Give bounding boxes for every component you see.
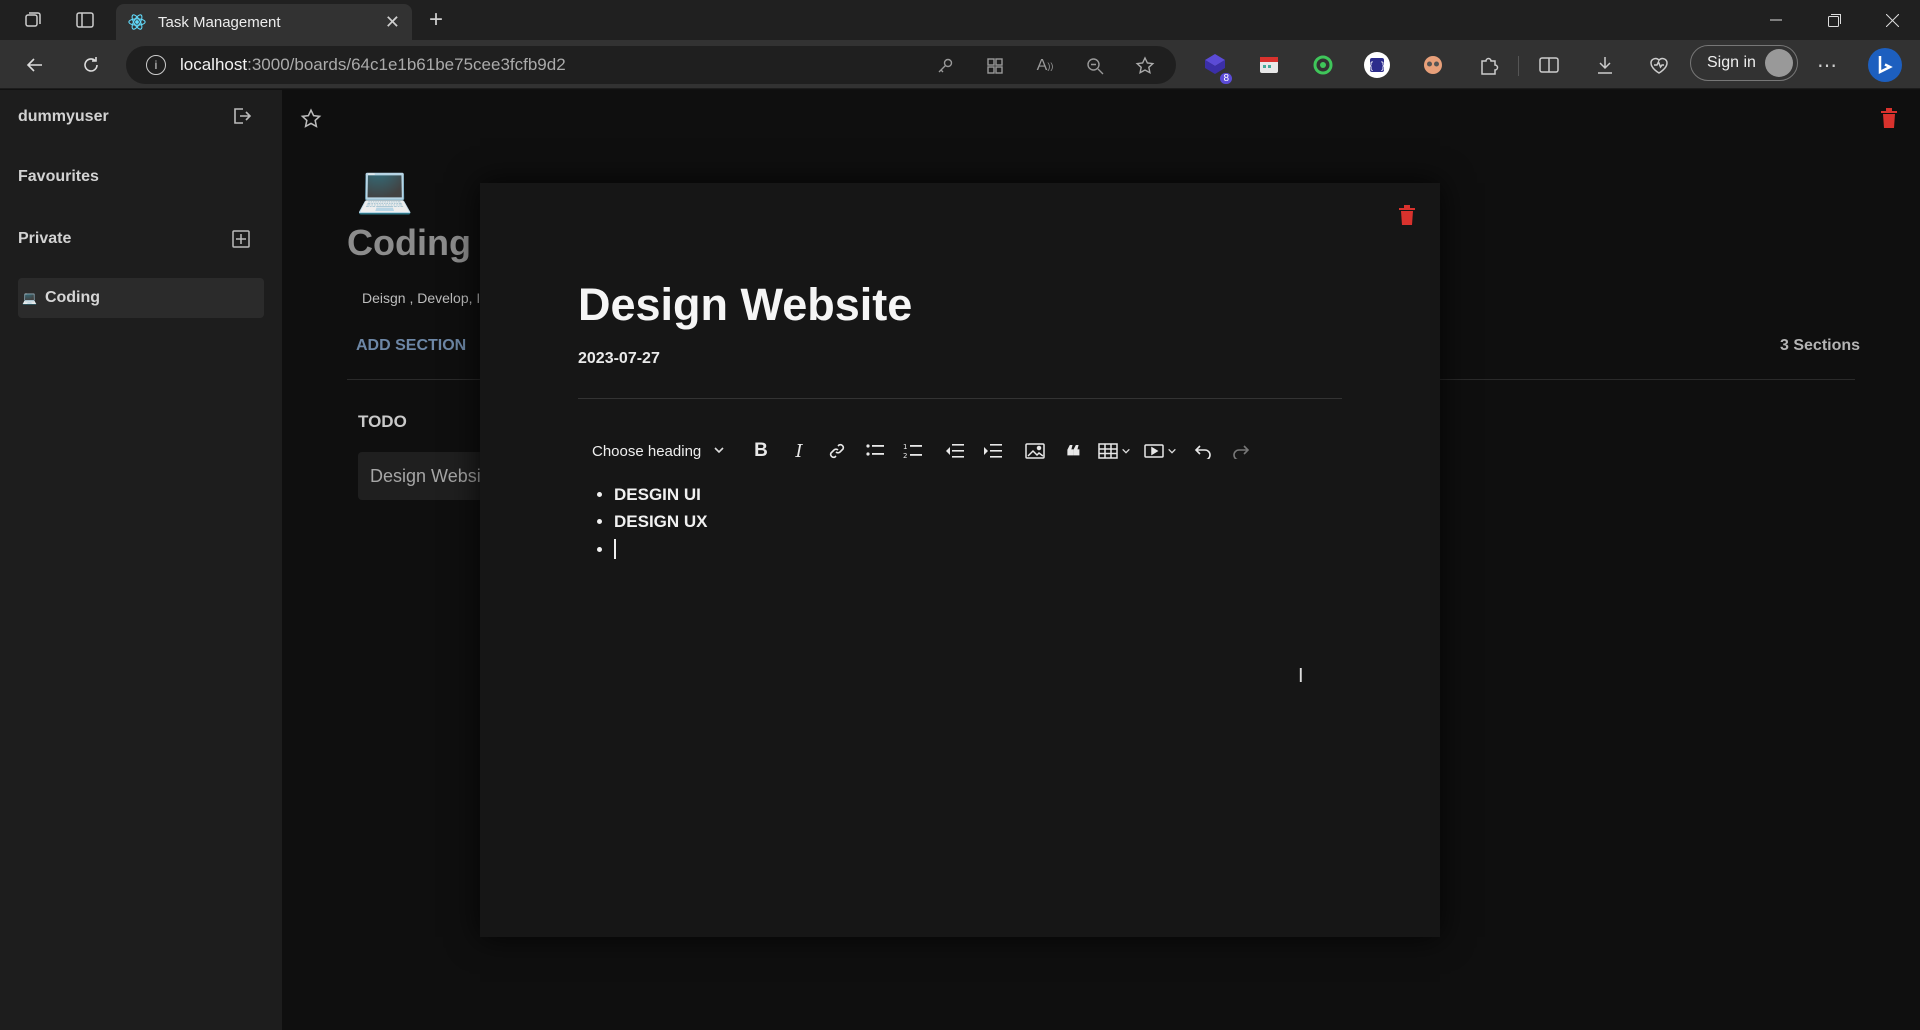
task-date: 2023-07-27 <box>578 350 660 367</box>
browser-toolbar: i localhost:3000/boards/64c1e1b61be75cee… <box>0 40 1920 89</box>
favourites-heading: Favourites <box>18 168 99 185</box>
list-item[interactable]: DESGIN UI <box>614 485 708 512</box>
svg-text:2: 2 <box>903 452 907 460</box>
svg-text:{ }: { } <box>1368 61 1386 72</box>
laptop-icon: 💻 <box>22 291 37 305</box>
zoom-icon[interactable] <box>1084 55 1106 77</box>
favourite-star-icon[interactable] <box>300 108 322 135</box>
outdent-icon[interactable] <box>936 432 974 470</box>
heading-dropdown-label: Choose heading <box>592 442 702 460</box>
face-extension-icon[interactable] <box>1418 50 1448 80</box>
board-emoji[interactable]: 💻 <box>356 162 413 217</box>
list-item[interactable]: DESIGN UX <box>614 512 708 539</box>
link-icon[interactable] <box>818 432 856 470</box>
svg-text:1: 1 <box>903 443 907 451</box>
address-bar[interactable]: i localhost:3000/boards/64c1e1b61be75cee… <box>126 46 1176 84</box>
add-board-icon[interactable] <box>232 230 250 253</box>
bold-icon[interactable]: B <box>742 432 780 470</box>
extension-badge-icon[interactable]: 8 <box>1200 50 1232 84</box>
divider <box>578 398 1342 399</box>
more-options-icon[interactable]: ⋯ <box>1812 50 1842 80</box>
insert-image-icon[interactable] <box>1016 432 1054 470</box>
profile-avatar-icon <box>1765 49 1793 77</box>
tab-actions-icon[interactable] <box>72 8 98 32</box>
info-icon[interactable]: i <box>146 55 166 75</box>
logout-icon[interactable] <box>232 106 252 131</box>
block-quote-icon[interactable]: ❝ <box>1054 432 1092 472</box>
editor-toolbar: Choose heading B I 12 ❝ <box>578 428 1338 474</box>
section-title[interactable]: TODO <box>358 412 407 432</box>
url-text: localhost:3000/boards/64c1e1b61be75cee3f… <box>180 55 566 74</box>
insert-media-icon[interactable] <box>1136 432 1184 470</box>
username: dummyuser <box>18 108 109 125</box>
favorite-star-icon[interactable] <box>1134 55 1156 77</box>
extension-badge-count: 8 <box>1220 73 1232 84</box>
sidebar: dummyuser Favourites Private 💻 Coding <box>0 90 282 1030</box>
refresh-icon[interactable] <box>76 50 106 80</box>
sections-count: 3 Sections <box>1780 337 1861 354</box>
board-description[interactable]: Deisgn , Develop, I <box>362 290 480 306</box>
bing-copilot-icon[interactable] <box>1866 46 1904 84</box>
indent-icon[interactable] <box>974 432 1012 470</box>
heading-dropdown[interactable]: Choose heading <box>592 443 742 460</box>
chevron-down-icon <box>713 443 725 460</box>
green-ring-extension-icon[interactable] <box>1308 50 1338 80</box>
toolbar-divider <box>1518 56 1519 76</box>
delete-task-icon[interactable] <box>1398 205 1416 230</box>
delete-board-icon[interactable] <box>1880 108 1898 133</box>
new-tab-icon[interactable]: + <box>422 6 450 34</box>
app-available-icon[interactable] <box>984 55 1006 77</box>
undo-icon[interactable] <box>1184 432 1222 470</box>
workspaces-icon[interactable] <box>20 8 46 32</box>
bulleted-list-icon[interactable] <box>856 432 894 470</box>
minimize-icon[interactable] <box>1748 0 1804 40</box>
text-cursor-icon: I <box>1298 665 1304 687</box>
split-screen-icon[interactable] <box>1534 50 1564 80</box>
restore-icon[interactable] <box>1806 0 1862 40</box>
close-tab-icon[interactable]: ✕ <box>385 12 400 33</box>
redo-icon[interactable] <box>1222 432 1260 470</box>
react-icon <box>128 14 146 30</box>
tab-title: Task Management <box>158 13 281 31</box>
add-section-button[interactable]: ADD SECTION <box>356 337 466 355</box>
numbered-list-icon[interactable]: 12 <box>894 432 932 470</box>
browser-essentials-icon[interactable] <box>1644 50 1674 80</box>
browser-tab[interactable]: Task Management ✕ <box>116 4 412 40</box>
sign-in-button[interactable]: Sign in <box>1690 45 1798 81</box>
extensions-puzzle-icon[interactable] <box>1474 50 1504 80</box>
italic-icon[interactable]: I <box>780 432 818 470</box>
insert-table-icon[interactable] <box>1092 432 1136 470</box>
downloads-icon[interactable] <box>1590 50 1620 80</box>
list-item[interactable] <box>614 539 708 566</box>
task-content-editor[interactable]: DESGIN UI DESIGN UX <box>614 485 708 566</box>
private-heading: Private <box>18 230 72 247</box>
back-icon[interactable] <box>20 50 50 80</box>
sidebar-item-coding[interactable]: 💻 Coding <box>18 278 264 318</box>
task-title[interactable]: Design Website <box>578 279 912 331</box>
board-title[interactable]: Coding <box>347 222 471 264</box>
close-window-icon[interactable] <box>1864 0 1920 40</box>
calendar-extension-icon[interactable] <box>1254 50 1284 80</box>
key-icon[interactable] <box>934 55 956 77</box>
task-modal: Design Website 2023-07-27 Choose heading… <box>480 183 1440 937</box>
read-aloud-icon[interactable]: A)) <box>1034 55 1056 77</box>
sidebar-item-label: Coding <box>44 289 101 306</box>
browser-tabbar: Task Management ✕ + <box>0 0 1920 40</box>
sign-in-label: Sign in <box>1707 54 1756 71</box>
code-extension-icon[interactable]: { } <box>1362 50 1392 80</box>
